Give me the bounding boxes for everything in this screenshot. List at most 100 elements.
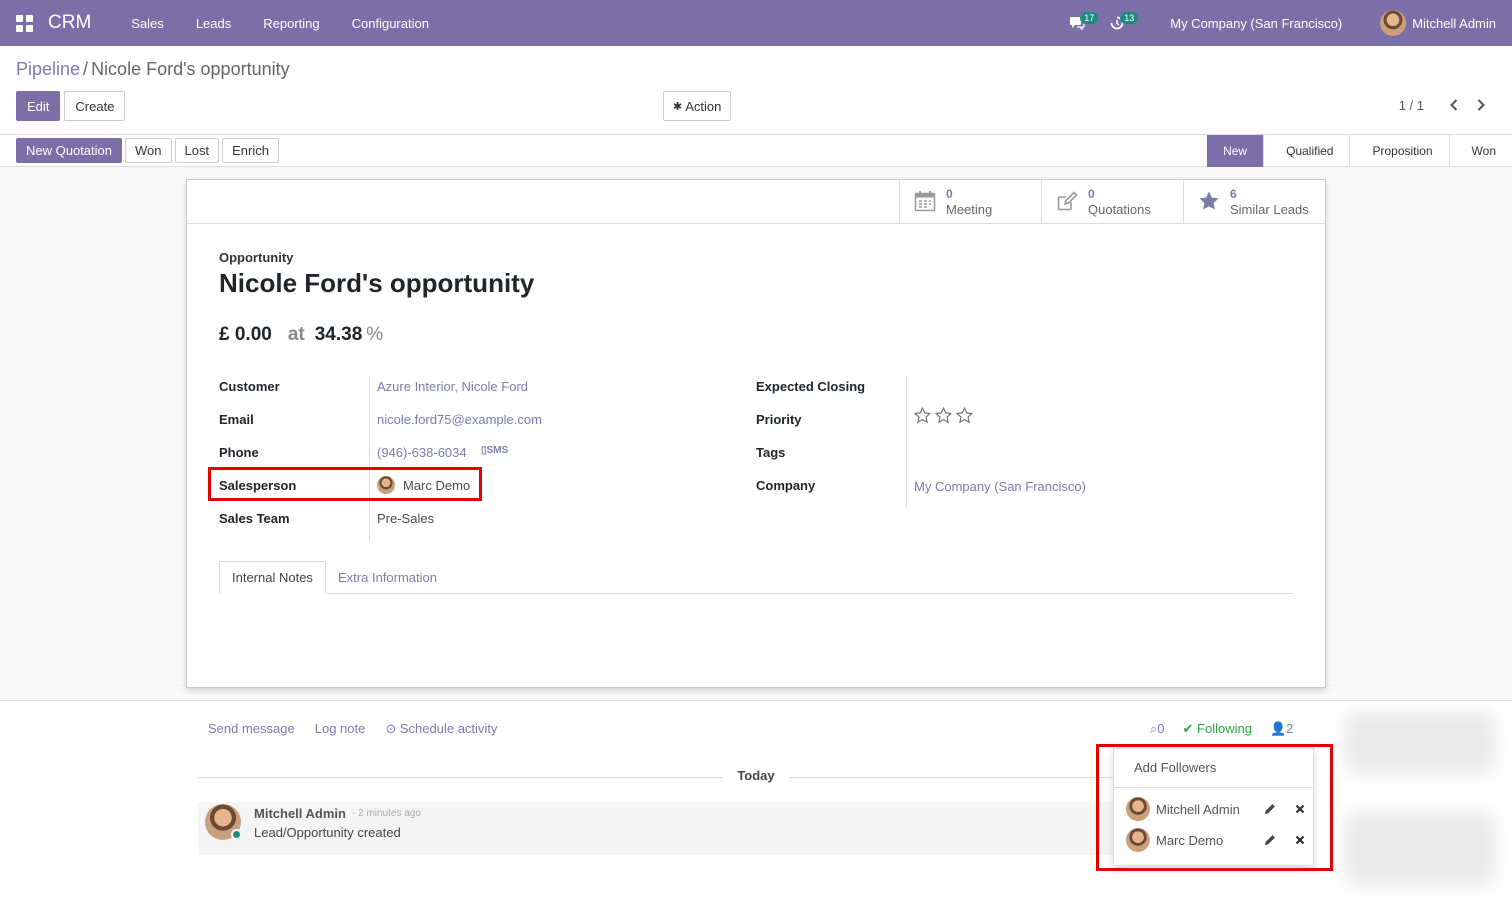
quotations-count: 0 — [1088, 187, 1095, 201]
menu-leads[interactable]: Leads — [196, 16, 231, 31]
activities-count-badge: 13 — [1120, 12, 1139, 24]
won-button[interactable]: Won — [125, 138, 172, 163]
similar-leads-count: 6 — [1230, 187, 1237, 201]
tags-field[interactable] — [914, 445, 1114, 461]
followers-highlight — [1096, 744, 1333, 871]
record-title[interactable]: Nicole Ford's opportunity — [219, 268, 534, 299]
left-group-divider — [369, 376, 370, 541]
quotations-smart-button[interactable]: 0 Quotations — [1041, 180, 1183, 224]
smart-button-box: 0 Meeting 0 Quotations 6 Similar Leads — [187, 180, 1325, 224]
stage-qualified[interactable]: Qualified — [1263, 135, 1349, 167]
menu-sales[interactable]: Sales — [131, 16, 164, 31]
user-menu[interactable]: Mitchell Admin — [1380, 10, 1496, 36]
clock-icon: ⊙ — [385, 721, 397, 736]
top-navbar: CRM Sales Leads Reporting Configuration … — [0, 0, 1512, 46]
attachments-button[interactable]: ⌕0 — [1150, 721, 1165, 737]
stage-won[interactable]: Won — [1448, 135, 1512, 167]
star-icon — [1198, 190, 1220, 215]
sales-team-field[interactable]: Pre-Sales — [377, 511, 434, 526]
action-dropdown[interactable]: ✱ Action — [663, 91, 732, 121]
similar-leads-label: Similar Leads — [1230, 202, 1309, 217]
menu-reporting[interactable]: Reporting — [263, 16, 319, 31]
enrich-button[interactable]: Enrich — [222, 138, 279, 163]
form-sheet: 0 Meeting 0 Quotations 6 Similar Leads Oppo… — [186, 179, 1326, 688]
quotations-label: Quotations — [1088, 202, 1151, 217]
meeting-count: 0 — [946, 187, 953, 201]
percent-sign: % — [366, 324, 384, 345]
priority-star-icon[interactable] — [955, 406, 974, 427]
messages-icon[interactable]: 17 — [1062, 0, 1099, 46]
company-field[interactable]: My Company (San Francisco) — [914, 479, 1086, 494]
following-label: Following — [1197, 721, 1252, 736]
status-bar: New Quotation Won Lost Enrich New Qualif… — [0, 134, 1512, 167]
log-note-button[interactable]: Log note — [315, 721, 366, 737]
phone-field[interactable]: (946)-638-6034 — [377, 445, 467, 460]
expected-closing-field[interactable] — [914, 379, 1114, 395]
blurred-region — [1345, 812, 1495, 886]
stage-pipeline: New Qualified Proposition Won — [1207, 135, 1512, 167]
priority-star-icon[interactable] — [934, 406, 953, 427]
create-button[interactable]: Create — [64, 91, 126, 121]
stage-new[interactable]: New — [1207, 135, 1264, 167]
customer-label: Customer — [219, 379, 280, 394]
probability-value[interactable]: 34.38 — [315, 324, 363, 346]
apps-menu-icon[interactable] — [0, 0, 48, 46]
expected-revenue[interactable]: £ 0.00 — [219, 324, 272, 346]
tab-internal-notes[interactable]: Internal Notes — [219, 561, 326, 594]
send-message-button[interactable]: Send message — [208, 721, 295, 737]
chatter-message: Mitchell Admin - 2 minutes ago Lead/Oppo… — [198, 802, 1118, 855]
calendar-icon — [914, 190, 936, 215]
priority-widget — [913, 406, 977, 427]
messages-count-badge: 17 — [1080, 12, 1099, 24]
check-icon: ✔ — [1182, 721, 1194, 736]
meeting-smart-button[interactable]: 0 Meeting — [899, 180, 1041, 224]
schedule-activity-button[interactable]: ⊙ Schedule activity — [385, 721, 497, 737]
sms-link[interactable]: ▯SMS — [481, 445, 508, 456]
breadcrumb-pipeline[interactable]: Pipeline — [16, 59, 80, 79]
priority-star-icon[interactable] — [913, 406, 932, 427]
email-field[interactable]: nicole.ford75@example.com — [377, 412, 542, 427]
schedule-activity-label: Schedule activity — [399, 721, 498, 736]
notebook-tabs: Internal Notes Extra Information — [219, 561, 1293, 594]
sales-team-label: Sales Team — [219, 511, 290, 526]
tab-extra-information[interactable]: Extra Information — [326, 561, 449, 594]
company-label: Company — [756, 478, 816, 493]
message-body: Lead/Opportunity created — [254, 825, 401, 840]
sms-label: SMS — [486, 445, 509, 456]
followers-button[interactable]: 👤2 — [1270, 721, 1293, 737]
pager-next-icon[interactable] — [1471, 95, 1491, 115]
pager-value[interactable]: 1 / 1 — [1399, 98, 1424, 113]
breadcrumb-separator: / — [83, 59, 89, 79]
stage-proposition[interactable]: Proposition — [1349, 135, 1448, 167]
menu-configuration[interactable]: Configuration — [352, 16, 429, 31]
tags-label: Tags — [756, 445, 786, 460]
lost-button[interactable]: Lost — [174, 138, 220, 163]
action-label: Action — [685, 98, 722, 114]
right-group-divider — [906, 376, 907, 508]
breadcrumb-current: Nicole Ford's opportunity — [91, 59, 290, 79]
chatter-topbar: Send message Log note ⊙ Schedule activit… — [208, 721, 497, 737]
new-quotation-button[interactable]: New Quotation — [16, 138, 122, 163]
gear-icon: ✱ — [673, 100, 683, 113]
customer-field[interactable]: Azure Interior, Nicole Ford — [377, 379, 528, 394]
activities-icon[interactable]: 13 — [1102, 0, 1139, 46]
edit-icon — [1056, 190, 1078, 215]
message-author[interactable]: Mitchell Admin — [254, 806, 346, 821]
meeting-label: Meeting — [946, 202, 993, 217]
edit-button[interactable]: Edit — [16, 91, 61, 121]
app-name[interactable]: CRM — [48, 12, 91, 34]
revenue-line: £ 0.00 at 34.38 % — [219, 324, 383, 346]
following-button[interactable]: ✔ Following — [1183, 721, 1252, 737]
pager-previous-icon[interactable] — [1444, 95, 1464, 115]
similar-leads-smart-button[interactable]: 6 Similar Leads — [1183, 180, 1325, 224]
message-time: - 2 minutes ago — [352, 808, 421, 819]
breadcrumb: Pipeline / Nicole Ford's opportunity — [16, 59, 290, 80]
followers-count: 2 — [1286, 721, 1294, 736]
user-icon: 👤 — [1269, 721, 1287, 736]
phone-label: Phone — [219, 445, 259, 460]
salesperson-highlight — [208, 467, 482, 501]
user-avatar — [1380, 10, 1407, 36]
chatter-follow-bar: ⌕0 ✔ Following 👤2 — [1150, 721, 1293, 737]
company-switcher[interactable]: My Company (San Francisco) — [1170, 16, 1342, 31]
online-status-icon — [231, 829, 242, 840]
